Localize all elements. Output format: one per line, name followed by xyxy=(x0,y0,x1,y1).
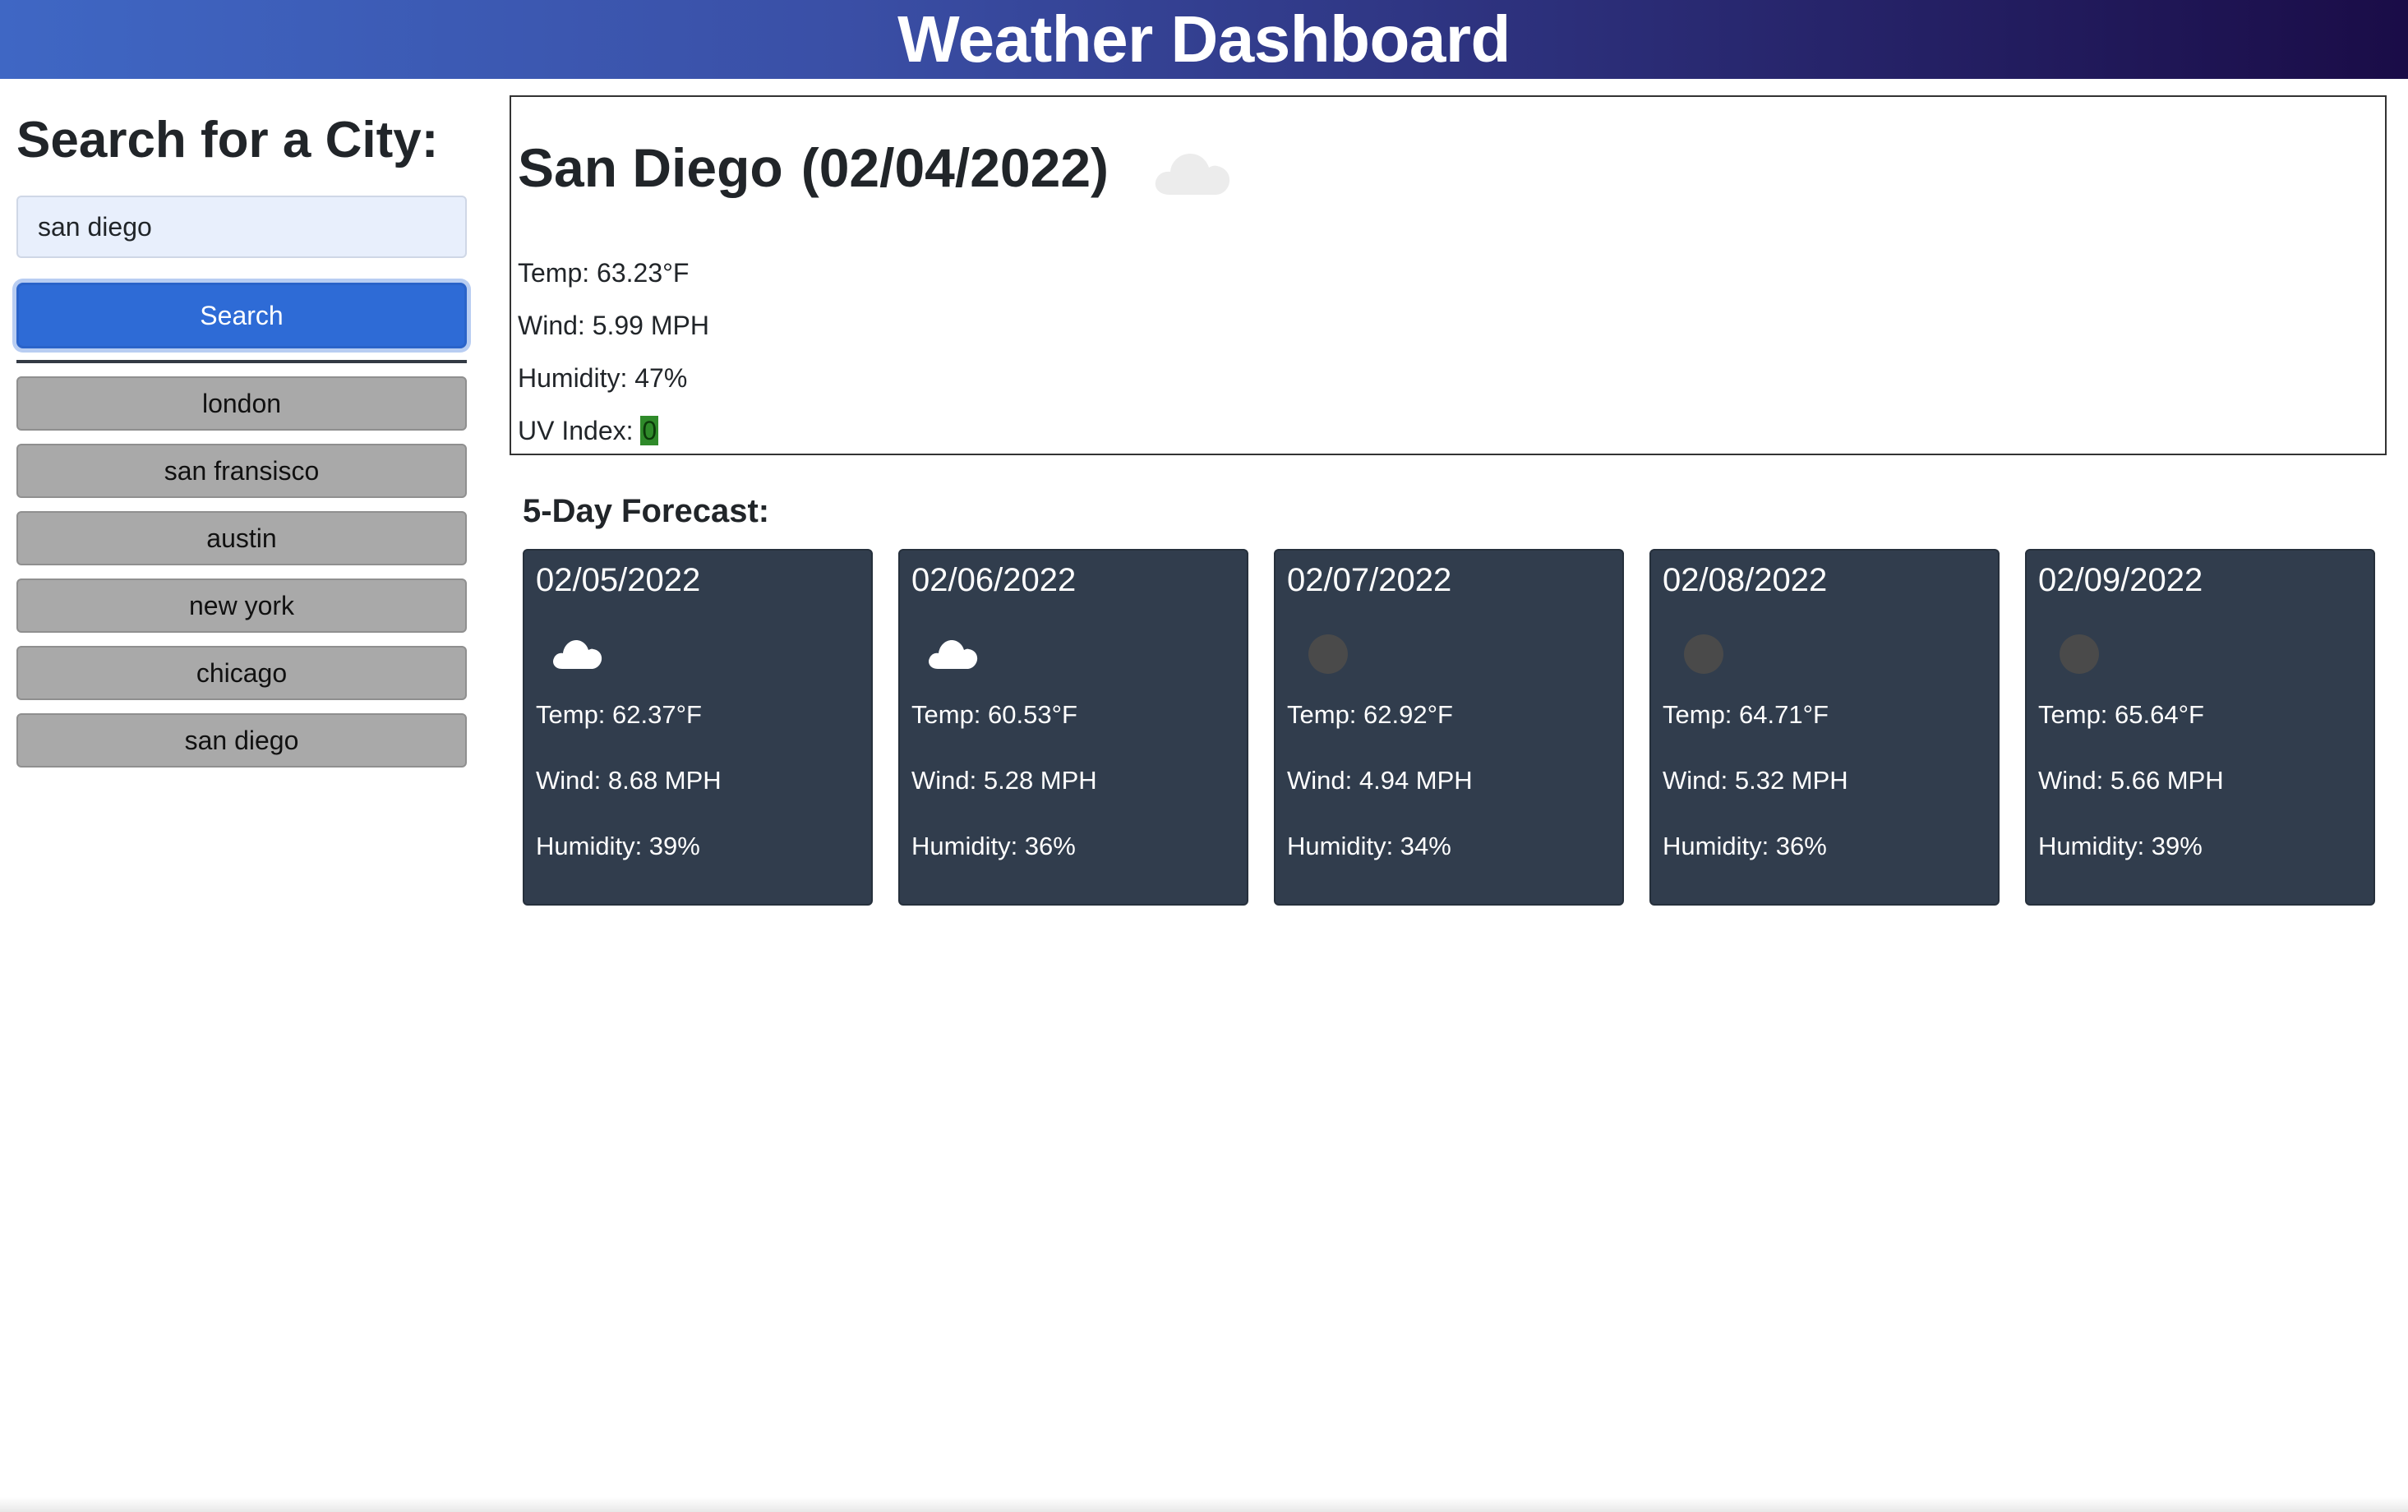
forecast-wind: Wind: 5.28 MPH xyxy=(911,766,1097,795)
search-button[interactable]: Search xyxy=(16,283,467,349)
cloud-icon xyxy=(1151,145,1234,202)
current-wind: Wind: 5.99 MPH xyxy=(518,311,709,340)
uv-index-label: UV Index: xyxy=(518,416,634,445)
forecast-row: 02/05/2022 Temp: 62.37°F Wind: 8.68 MPH … xyxy=(523,549,2375,906)
current-date: (02/04/2022) xyxy=(800,137,1109,198)
history-button-chicago[interactable]: chicago xyxy=(16,646,467,701)
forecast-wind: Wind: 4.94 MPH xyxy=(1287,766,1473,795)
search-history-list: london san fransisco austin new york chi… xyxy=(16,376,467,768)
forecast-date: 02/09/2022 xyxy=(2038,562,2203,598)
forecast-humidity: Humidity: 36% xyxy=(1663,832,1827,860)
forecast-card: 02/09/2022 Temp: 65.64°F Wind: 5.66 MPH … xyxy=(2025,549,2375,906)
forecast-card: 02/07/2022 Temp: 62.92°F Wind: 4.94 MPH … xyxy=(1274,549,1624,906)
forecast-date: 02/06/2022 xyxy=(911,562,1077,598)
divider xyxy=(16,360,467,364)
current-temp: Temp: 63.23°F xyxy=(518,258,690,288)
forecast-temp: Temp: 62.37°F xyxy=(536,700,702,729)
forecast-wind: Wind: 5.66 MPH xyxy=(2038,766,2224,795)
window-bottom-edge xyxy=(0,1497,2408,1512)
current-weather-title: San Diego (02/04/2022) xyxy=(518,127,2378,209)
current-uv-index: UV Index: 0 xyxy=(518,416,659,446)
history-button-san-fransisco[interactable]: san fransisco xyxy=(16,444,467,499)
history-button-new-york[interactable]: new york xyxy=(16,579,467,634)
current-city-name: San Diego xyxy=(518,137,783,198)
dark-dot-icon xyxy=(2053,634,2099,674)
forecast-date: 02/05/2022 xyxy=(536,562,701,598)
search-heading: Search for a City: xyxy=(16,112,439,168)
forecast-humidity: Humidity: 39% xyxy=(2038,832,2203,860)
forecast-humidity: Humidity: 36% xyxy=(911,832,1076,860)
history-button-austin[interactable]: austin xyxy=(16,511,467,566)
page-title: Weather Dashboard xyxy=(897,2,1511,76)
forecast-wind: Wind: 8.68 MPH xyxy=(536,766,722,795)
forecast-temp: Temp: 64.71°F xyxy=(1663,700,1829,729)
history-button-san-diego[interactable]: san diego xyxy=(16,713,467,768)
forecast-heading: 5-Day Forecast: xyxy=(523,493,770,529)
page-header: Weather Dashboard xyxy=(0,0,2408,79)
current-humidity: Humidity: 47% xyxy=(518,363,688,393)
forecast-temp: Temp: 62.92°F xyxy=(1287,700,1453,729)
forecast-temp: Temp: 65.64°F xyxy=(2038,700,2204,729)
uv-index-value: 0 xyxy=(640,416,659,445)
forecast-humidity: Humidity: 39% xyxy=(536,832,700,860)
forecast-date: 02/08/2022 xyxy=(1663,562,1828,598)
dark-dot-icon xyxy=(1677,634,1723,674)
forecast-card: 02/06/2022 Temp: 60.53°F Wind: 5.28 MPH … xyxy=(898,549,1248,906)
cloud-icon xyxy=(551,634,603,675)
forecast-card: 02/08/2022 Temp: 64.71°F Wind: 5.32 MPH … xyxy=(1649,549,2000,906)
dark-dot-icon xyxy=(1302,634,1348,674)
cloud-icon xyxy=(926,634,979,675)
forecast-date: 02/07/2022 xyxy=(1287,562,1452,598)
forecast-humidity: Humidity: 34% xyxy=(1287,832,1451,860)
history-button-london[interactable]: london xyxy=(16,376,467,431)
city-search-input[interactable] xyxy=(16,196,467,259)
forecast-wind: Wind: 5.32 MPH xyxy=(1663,766,1848,795)
forecast-card: 02/05/2022 Temp: 62.37°F Wind: 8.68 MPH … xyxy=(523,549,873,906)
current-weather-panel: San Diego (02/04/2022) Temp: 63.23°F Win… xyxy=(510,95,2387,455)
forecast-temp: Temp: 60.53°F xyxy=(911,700,1077,729)
sidebar: Search for a City: Search london san fra… xyxy=(16,79,467,781)
